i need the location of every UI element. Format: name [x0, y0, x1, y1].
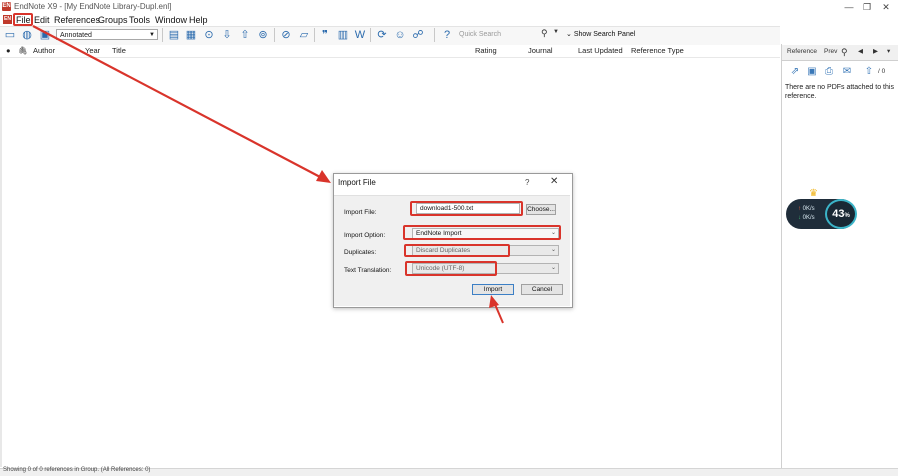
- text-translation-label: Text Translation:: [344, 267, 392, 274]
- status-text: Showing 0 of 0 references in Group. (All…: [3, 467, 151, 473]
- word-icon[interactable]: W: [353, 28, 367, 42]
- chevron-down-icon: ⌄: [550, 265, 556, 271]
- save-icon[interactable]: ▣: [806, 66, 818, 78]
- integrated-library-icon[interactable]: ▣: [38, 28, 52, 42]
- attachment-tab-icon[interactable]: ⚲: [841, 47, 848, 57]
- close-window-button[interactable]: ✕: [877, 1, 895, 13]
- cancel-button[interactable]: Cancel: [521, 284, 563, 295]
- sync-icon[interactable]: ⟳: [375, 28, 389, 42]
- column-author[interactable]: Author: [33, 46, 55, 56]
- upload-icon[interactable]: ⇧: [238, 28, 252, 42]
- toolbar-divider: [274, 28, 275, 42]
- groups-pane-edge: [0, 57, 2, 467]
- menu-edit[interactable]: Edit: [34, 14, 50, 26]
- file-menu-highlight: [13, 13, 33, 26]
- download-icon[interactable]: ⇩: [220, 28, 234, 42]
- upload-rate: ↑ 0K/s: [798, 205, 815, 213]
- show-search-panel-label: Show Search Panel: [573, 31, 636, 38]
- import-file-highlight: [410, 201, 523, 216]
- menu-window[interactable]: Window: [155, 14, 187, 26]
- online-search-icon[interactable]: ◍: [20, 28, 34, 42]
- menu-help[interactable]: Help: [189, 14, 208, 26]
- column-rating[interactable]: Rating: [475, 46, 497, 56]
- download-rate: ↓ 0K/s: [798, 214, 815, 222]
- arrow-up-icon[interactable]: ⇧: [863, 66, 875, 78]
- duplicates-label: Duplicates:: [344, 249, 377, 256]
- menu-tools[interactable]: Tools: [129, 14, 150, 26]
- reference-panel: [781, 44, 898, 475]
- column-reference-type[interactable]: Reference Type: [631, 46, 684, 56]
- endnote-logo-icon: EN: [2, 2, 11, 11]
- restore-button[interactable]: ❐: [858, 1, 876, 13]
- open-file-icon[interactable]: ▱: [297, 28, 311, 42]
- usage-percent-value: 43: [832, 208, 845, 220]
- attachment-icon[interactable]: 🖇: [18, 46, 28, 56]
- arrow-left-icon[interactable]: ◀: [858, 47, 863, 57]
- no-pdf-message: There are no PDFs attached to this refer…: [785, 84, 894, 100]
- email-icon[interactable]: ✉: [841, 66, 853, 78]
- toolbar-divider: [314, 28, 315, 42]
- import-button[interactable]: Import: [472, 284, 514, 295]
- toolbar-divider: [434, 28, 435, 42]
- menu-references[interactable]: References: [54, 14, 100, 26]
- tab-reference[interactable]: Reference: [787, 47, 817, 57]
- column-last-updated[interactable]: Last Updated: [578, 46, 623, 56]
- minimize-button[interactable]: —: [840, 1, 858, 13]
- download-rate-value: 0K/s: [802, 215, 815, 221]
- choose-button[interactable]: Choose...: [526, 204, 556, 215]
- online-search-magnifier-icon[interactable]: ⊙: [202, 28, 216, 42]
- import-file-label: Import File:: [344, 209, 377, 216]
- chevron-down-icon: ⌄: [550, 247, 556, 253]
- column-year[interactable]: Year: [85, 46, 100, 56]
- print-icon[interactable]: ⎙: [823, 66, 835, 78]
- output-style-select[interactable]: Annotated ▼: [56, 29, 158, 40]
- chevron-down-icon[interactable]: ▼: [553, 29, 559, 35]
- column-title[interactable]: Title: [112, 46, 126, 56]
- share-user-icon[interactable]: ☺: [393, 28, 407, 42]
- format-bibliography-icon[interactable]: ▥: [336, 28, 350, 42]
- search-icon[interactable]: ⚲: [541, 28, 548, 39]
- help-icon[interactable]: ?: [440, 28, 454, 42]
- usage-percent-suffix: %: [844, 213, 850, 219]
- column-journal[interactable]: Journal: [528, 46, 553, 56]
- read-status-icon[interactable]: ●: [6, 46, 11, 56]
- show-search-panel-button[interactable]: ⌄ Show Search Panel: [566, 29, 635, 40]
- crown-icon: ♛: [809, 188, 818, 199]
- copy-formatted-icon[interactable]: ▤: [167, 28, 181, 42]
- insert-citation-icon[interactable]: ❞: [318, 28, 332, 42]
- new-reference-icon[interactable]: ▦: [184, 28, 198, 42]
- import-option-label: Import Option:: [344, 232, 386, 239]
- open-pdf-icon[interactable]: ⇗: [789, 66, 801, 78]
- find-full-text-icon[interactable]: ⊚: [256, 28, 270, 42]
- usage-percent-badge: 43%: [825, 199, 857, 229]
- text-translation-highlight: [405, 261, 497, 276]
- panel-menu-icon[interactable]: ▾: [887, 47, 890, 57]
- local-library-icon[interactable]: ▭: [3, 28, 17, 42]
- endnote-menu-icon: EN: [3, 15, 12, 24]
- window-title: EndNote X9 - [My EndNote Library-Dupl.en…: [14, 2, 172, 11]
- toolbar-divider: [162, 28, 163, 42]
- open-link-icon[interactable]: ⊘: [279, 28, 293, 42]
- arrow-right-icon[interactable]: ▶: [873, 47, 878, 57]
- duplicates-highlight: [404, 244, 510, 257]
- dialog-title: Import File: [338, 178, 376, 187]
- pdf-page-count: / 0: [878, 68, 886, 75]
- dialog-close-button[interactable]: ✕: [550, 176, 558, 187]
- chevron-down-icon: ▼: [149, 32, 155, 38]
- dialog-help-button[interactable]: ?: [525, 178, 529, 187]
- group-share-icon[interactable]: ☍: [411, 28, 425, 42]
- output-style-value: Annotated: [60, 32, 92, 39]
- toolbar-divider: [370, 28, 371, 42]
- upload-rate-value: 0K/s: [802, 206, 815, 212]
- tab-preview[interactable]: Prev: [824, 47, 837, 57]
- menu-groups[interactable]: Groups: [98, 14, 128, 26]
- chevron-double-down-icon: ⌄: [566, 31, 574, 38]
- import-option-highlight: [403, 225, 561, 240]
